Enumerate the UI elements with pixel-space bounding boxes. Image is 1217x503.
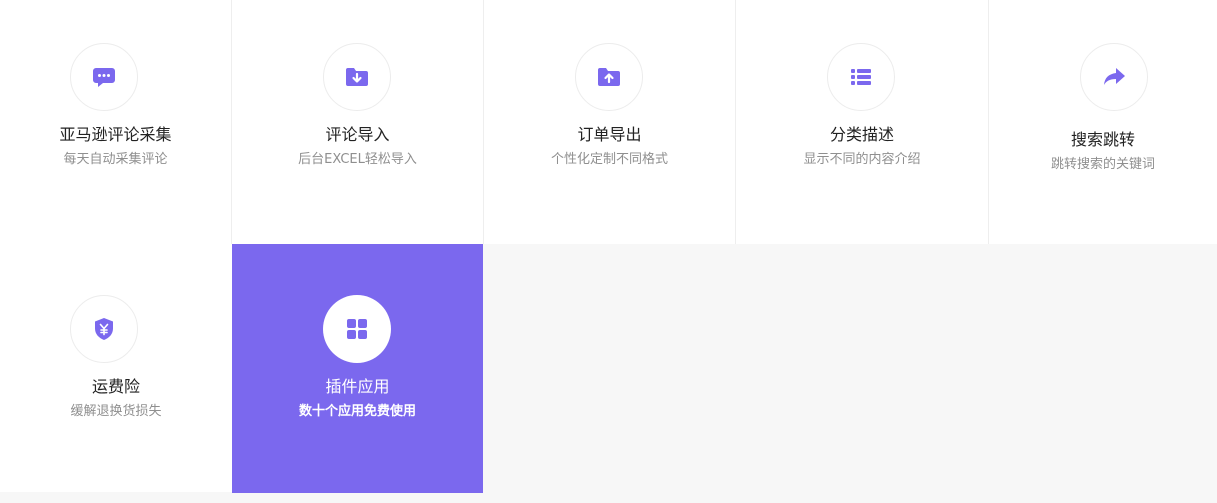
share-arrow-icon [1080,43,1148,111]
folder-download-icon [323,43,391,111]
feature-subtitle: 缓解退换货损失 [70,404,162,419]
feature-tile-category-description[interactable]: 分类描述 显示不同的内容介绍 [736,0,989,244]
feature-title: 搜索跳转 [1070,130,1135,149]
feature-tile-search-redirect[interactable]: 搜索跳转 跳转搜索的关键词 [989,0,1217,244]
list-icon [827,43,895,111]
feature-tile-plugin-apps[interactable]: 插件应用 数十个应用免费使用 [232,244,483,493]
feature-subtitle: 每天自动采集评论 [63,152,168,167]
feature-title: 亚马逊评论采集 [59,125,172,144]
grid-apps-icon [323,295,391,363]
feature-tile-order-export[interactable]: 订单导出 个性化定制不同格式 [484,0,736,244]
chat-bubble-icon [70,43,138,111]
feature-subtitle: 跳转搜索的关键词 [1050,157,1155,172]
feature-title: 评论导入 [325,125,390,144]
feature-subtitle: 显示不同的内容介绍 [803,152,921,167]
yuan-shield-icon [70,295,138,363]
feature-subtitle: 后台EXCEL轻松导入 [298,152,417,167]
feature-subtitle: 数十个应用免费使用 [298,404,416,419]
feature-subtitle: 个性化定制不同格式 [550,152,668,167]
feature-title: 分类描述 [829,125,894,144]
feature-title: 插件应用 [325,377,390,396]
feature-tile-review-import[interactable]: 评论导入 后台EXCEL轻松导入 [232,0,484,244]
feature-title: 订单导出 [577,125,642,144]
feature-title: 运费险 [91,377,140,396]
feature-grid: 亚马逊评论采集 每天自动采集评论 评论导入 后台EXCEL轻松导入 订单导出 个… [0,0,1217,503]
feature-tile-shipping-insurance[interactable]: 运费险 缓解退换货损失 [0,244,232,492]
feature-tile-review-collection[interactable]: 亚马逊评论采集 每天自动采集评论 [0,0,232,244]
folder-upload-icon [575,43,643,111]
